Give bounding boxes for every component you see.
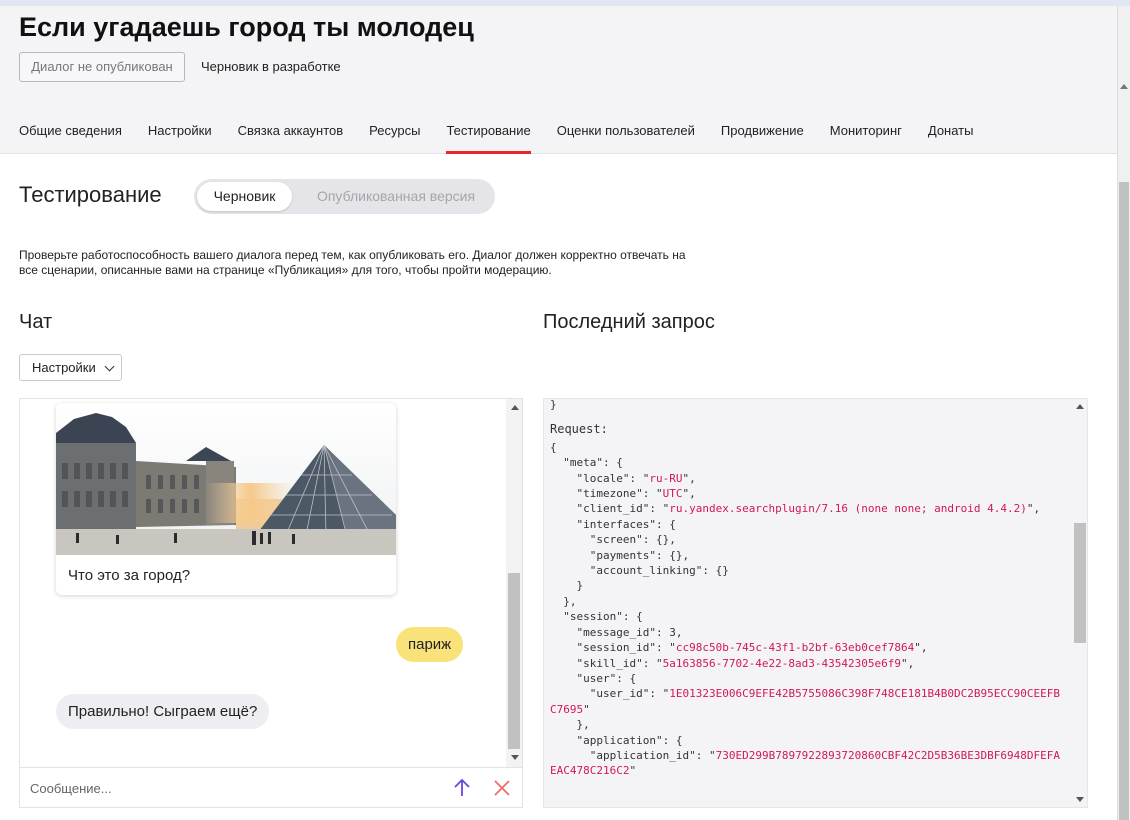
json-application-id: 730ED299B7897922893720860CBF42C2D5B36BE3… <box>550 748 1060 778</box>
tab-bar: Общие сведения Настройки Связка аккаунто… <box>19 123 999 155</box>
published-version-option[interactable]: Опубликованная версия <box>301 182 491 211</box>
scroll-down-arrow-icon[interactable] <box>1076 797 1084 802</box>
louvre-pyramid-photo <box>56 403 396 555</box>
tab-settings[interactable]: Настройки <box>148 123 212 155</box>
user-message-bubble: париж <box>396 627 464 662</box>
page-scrollbar-thumb[interactable] <box>1119 182 1129 820</box>
draft-version-option[interactable]: Черновик <box>197 182 292 211</box>
testing-description: Проверьте работоспособность вашего диало… <box>19 248 686 277</box>
tab-resources[interactable]: Ресурсы <box>369 123 420 155</box>
tab-user-ratings[interactable]: Оценки пользователей <box>557 123 695 155</box>
tab-promotion[interactable]: Продвижение <box>721 123 804 155</box>
json-user-id: 1E01323E006C9EFE42B5755086C398F748CE181B… <box>550 687 1060 716</box>
chat-settings-label: Настройки <box>32 360 96 375</box>
testing-title: Тестирование <box>19 182 162 207</box>
chat-scrollbar-thumb[interactable] <box>508 573 520 749</box>
tab-donations[interactable]: Донаты <box>928 123 974 155</box>
chat-scrollbar[interactable] <box>506 399 522 767</box>
last-request-panel: } Request:{ "meta": { "locale": "ru-RU",… <box>543 398 1088 808</box>
json-skill-id: 5a163856-7702-4e22-8ad3-43542305e6f9 <box>662 656 902 670</box>
tab-testing[interactable]: Тестирование <box>446 123 532 155</box>
request-label: Request: <box>550 422 608 437</box>
page-scrollbar[interactable] <box>1117 6 1130 820</box>
scroll-up-arrow-icon[interactable] <box>1120 84 1128 89</box>
json-closing-brace: } <box>550 398 557 411</box>
tab-general[interactable]: Общие сведения <box>19 123 122 155</box>
bot-card-text: Что это за город? <box>68 567 191 584</box>
scroll-down-arrow-icon[interactable] <box>511 755 519 760</box>
json-locale: ru-RU <box>649 471 683 485</box>
scroll-up-arrow-icon[interactable] <box>1076 404 1084 409</box>
version-switch[interactable]: Черновик Опубликованная версия <box>194 179 495 214</box>
message-bar <box>20 767 522 807</box>
request-scrollbar-thumb[interactable] <box>1074 523 1086 643</box>
json-message-id: 3 <box>669 625 676 639</box>
scroll-up-arrow-icon[interactable] <box>511 405 519 410</box>
arrow-up-icon[interactable] <box>452 778 472 798</box>
draft-status-text: Черновик в разработке <box>201 59 341 74</box>
publish-status-button[interactable]: Диалог не опубликован <box>19 52 185 82</box>
bot-message-bubble: Правильно! Сыграем ещё? <box>56 694 270 729</box>
bot-card-message: Что это за город? <box>56 403 396 595</box>
tab-monitoring[interactable]: Мониторинг <box>830 123 902 155</box>
request-json: } Request:{ "meta": { "locale": "ru-RU",… <box>550 398 1064 779</box>
json-session-id: cc98c50b-745c-43f1-b2bf-63eb0cef7864 <box>675 641 915 655</box>
request-scrollbar[interactable] <box>1072 399 1087 807</box>
chat-panel: Что это за город? париж Правильно! Сыгра… <box>19 398 523 808</box>
last-request-title: Последний запрос <box>543 311 715 333</box>
close-icon[interactable] <box>492 778 512 798</box>
json-timezone: UTC <box>662 487 683 501</box>
json-client-id: ru.yandex.searchplugin/7.16 (none none; … <box>669 502 1027 516</box>
chat-settings-button[interactable]: Настройки <box>19 354 122 381</box>
chat-title: Чат <box>19 311 53 333</box>
skill-header: Если угадаешь город ты молодец Диалог не… <box>0 6 1117 154</box>
message-input[interactable] <box>30 777 430 799</box>
chevron-down-icon <box>104 361 115 372</box>
tab-account-linking[interactable]: Связка аккаунтов <box>238 123 344 155</box>
page-title: Если угадаешь город ты молодец <box>19 12 474 42</box>
